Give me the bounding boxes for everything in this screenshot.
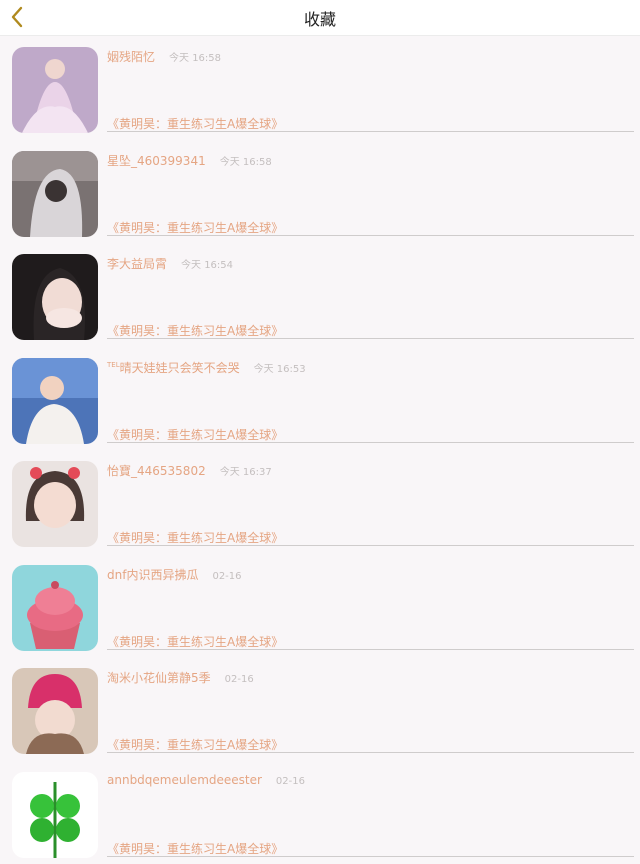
book-title[interactable]: 《黄明昊：重生练习生A爆全球》 [107, 426, 283, 443]
divider [107, 752, 634, 753]
list-item[interactable]: 怡寶_446535802今天 16:37 《黄明昊：重生练习生A爆全球》 [0, 450, 640, 554]
page-title: 收藏 [304, 6, 336, 30]
avatar[interactable] [12, 565, 98, 651]
avatar[interactable] [12, 668, 98, 754]
avatar[interactable] [12, 358, 98, 444]
timestamp: 今天 16:58 [169, 53, 221, 64]
book-title[interactable]: 《黄明昊：重生练习生A爆全球》 [107, 736, 283, 753]
list-item[interactable]: annbdqemeulemdeeester02-16 《黄明昊：重生练习生A爆全… [0, 761, 640, 864]
divider [107, 131, 634, 132]
timestamp: 今天 16:37 [220, 467, 272, 478]
timestamp: 今天 16:54 [181, 260, 233, 271]
timestamp: 02-16 [276, 776, 305, 787]
chevron-left-icon [10, 6, 24, 28]
timestamp: 02-16 [212, 571, 241, 582]
list-item[interactable]: 姻残陌忆今天 16:58 《黄明昊：重生练习生A爆全球》 [0, 36, 640, 140]
user-name: 李大益局霄今天 16:54 [107, 255, 233, 272]
timestamp: 今天 16:58 [220, 157, 272, 168]
user-name: annbdqemeulemdeeester02-16 [107, 773, 305, 787]
list-item[interactable]: dnf内识西异拂瓜02-16 《黄明昊：重生练习生A爆全球》 [0, 554, 640, 658]
divider [107, 338, 634, 339]
divider [107, 649, 634, 650]
navigation-bar: 收藏 [0, 0, 640, 36]
avatar[interactable] [12, 772, 98, 858]
avatar[interactable] [12, 461, 98, 547]
favorites-list: 姻残陌忆今天 16:58 《黄明昊：重生练习生A爆全球》 星坠_46039934… [0, 36, 640, 864]
list-item[interactable]: TEL晴天娃娃只会笑不会哭今天 16:53 《黄明昊：重生练习生A爆全球》 [0, 347, 640, 451]
divider [107, 235, 634, 236]
book-title[interactable]: 《黄明昊：重生练习生A爆全球》 [107, 115, 283, 132]
divider [107, 856, 634, 857]
user-name: 怡寶_446535802今天 16:37 [107, 462, 272, 479]
timestamp: 今天 16:53 [254, 364, 306, 375]
book-title[interactable]: 《黄明昊：重生练习生A爆全球》 [107, 840, 283, 857]
timestamp: 02-16 [225, 674, 254, 685]
book-title[interactable]: 《黄明昊：重生练习生A爆全球》 [107, 529, 283, 546]
user-name: 星坠_460399341今天 16:58 [107, 152, 272, 169]
list-item[interactable]: 淘米小花仙第静5季02-16 《黄明昊：重生练习生A爆全球》 [0, 657, 640, 761]
back-button[interactable] [6, 5, 28, 29]
list-item[interactable]: 李大益局霄今天 16:54 《黄明昊：重生练习生A爆全球》 [0, 243, 640, 347]
divider [107, 545, 634, 546]
divider [107, 442, 634, 443]
user-name: TEL晴天娃娃只会笑不会哭今天 16:53 [107, 359, 306, 376]
list-item[interactable]: 星坠_460399341今天 16:58 《黄明昊：重生练习生A爆全球》 [0, 140, 640, 244]
avatar[interactable] [12, 254, 98, 340]
book-title[interactable]: 《黄明昊：重生练习生A爆全球》 [107, 322, 283, 339]
user-name: dnf内识西异拂瓜02-16 [107, 566, 242, 583]
avatar[interactable] [12, 47, 98, 133]
book-title[interactable]: 《黄明昊：重生练习生A爆全球》 [107, 219, 283, 236]
avatar[interactable] [12, 151, 98, 237]
user-name: 淘米小花仙第静5季02-16 [107, 669, 254, 686]
book-title[interactable]: 《黄明昊：重生练习生A爆全球》 [107, 633, 283, 650]
user-name: 姻残陌忆今天 16:58 [107, 48, 221, 65]
